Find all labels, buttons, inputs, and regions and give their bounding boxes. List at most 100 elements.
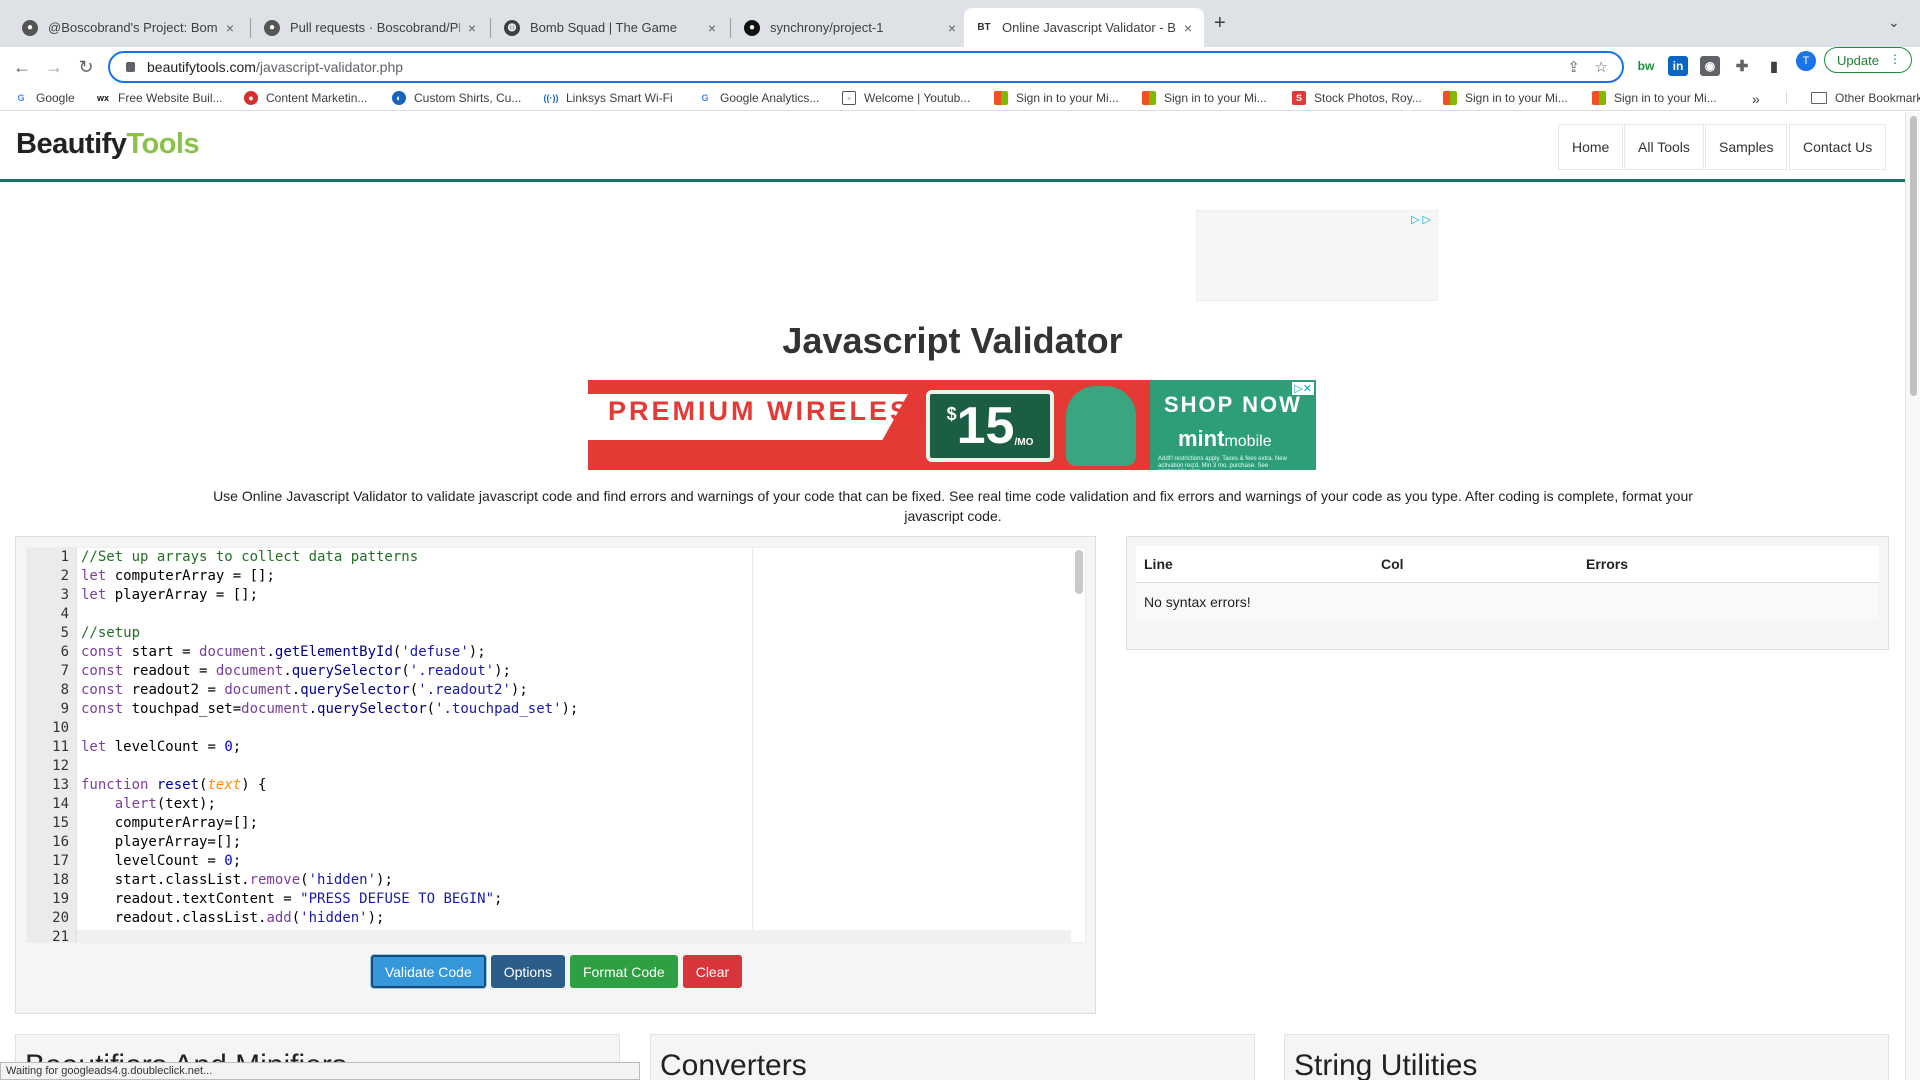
category-card[interactable]: Converters: [650, 1034, 1255, 1080]
other-bookmarks[interactable]: Other Bookmarks: [1786, 91, 1920, 105]
close-icon[interactable]: ×: [948, 20, 956, 36]
line-number: 15: [52, 815, 69, 831]
bookmark-item[interactable]: G Google: [14, 91, 75, 105]
line-number-gutter: 1 2 3 4 5 6 7 8 9 10 11 12 13 14 15 16 17 18 19 20 21: [27, 548, 77, 942]
bookmark-item[interactable]: wx Free Website Buil...: [96, 91, 223, 105]
format-code-button[interactable]: Format Code: [570, 955, 678, 988]
ad-brand-suffix: mobile: [1224, 433, 1272, 450]
bookmark-label: Sign in to your Mi...: [1614, 91, 1717, 105]
ad-fine-print: Addt'l restrictions apply. Taxes & fees …: [1158, 456, 1287, 470]
line-number: 5: [60, 625, 69, 641]
tab-search-icon[interactable]: ⌄: [1888, 14, 1900, 31]
bookmark-item[interactable]: ▫ Welcome | Youtub...: [842, 91, 970, 105]
adchoices-close-icon[interactable]: ▷✕: [1292, 382, 1314, 395]
line-number: 6: [60, 644, 69, 660]
bookmark-favicon-icon: S: [1292, 91, 1306, 105]
site-logo[interactable]: BeautifyTools: [16, 128, 200, 161]
bookmark-item[interactable]: Sign in to your Mi...: [1592, 91, 1717, 105]
line-number: 12: [52, 758, 69, 774]
editor-horizontal-scrollbar[interactable]: [77, 930, 1071, 942]
browser-tab[interactable]: ◍ Bomb Squad | The Game ×: [492, 8, 728, 47]
page-scrollbar[interactable]: [1905, 112, 1920, 1080]
browser-tab[interactable]: ● Pull requests · Boscobrand/PR ×: [252, 8, 488, 47]
bookmark-label: Sign in to your Mi...: [1465, 91, 1568, 105]
close-icon[interactable]: ×: [1184, 20, 1192, 36]
star-icon[interactable]: ☆: [1595, 58, 1608, 76]
bookmarks-overflow[interactable]: »: [1752, 91, 1760, 107]
bookmark-item[interactable]: S Stock Photos, Roy...: [1292, 91, 1422, 105]
code-editor[interactable]: 1 2 3 4 5 6 7 8 9 10 11 12 13 14 15 16 17 18 19 20 21 //Set …: [26, 547, 1086, 943]
ad-headline: PREMIUM WIRELESS: [608, 396, 933, 426]
bookmark-item[interactable]: ● Content Marketin...: [244, 91, 367, 105]
code-line: readout.textContent = "PRESS DEFUSE TO B…: [81, 891, 503, 907]
update-button[interactable]: Update ⋮: [1824, 47, 1912, 73]
code-line: alert(text);: [114, 796, 216, 812]
folder-icon: [1811, 92, 1827, 104]
ad-banner[interactable]: PREMIUM WIRELESS $15/MO SHOP NOW mintmob…: [588, 380, 1316, 470]
avatar[interactable]: T: [1796, 51, 1816, 71]
bookmark-item[interactable]: ((·)) Linksys Smart Wi-Fi: [544, 91, 673, 105]
tab-title: synchrony/project-1: [770, 20, 884, 35]
close-icon[interactable]: ×: [708, 20, 716, 36]
puzzle-icon[interactable]: ✚: [1732, 56, 1752, 76]
code-content[interactable]: //Set up arrays to collect data patterns…: [81, 548, 1081, 942]
reload-icon[interactable]: ↻: [72, 53, 100, 81]
options-button[interactable]: Options: [490, 955, 565, 988]
clear-button[interactable]: Clear: [682, 955, 743, 988]
bookmark-item[interactable]: Sign in to your Mi...: [1443, 91, 1568, 105]
browser-tab-active[interactable]: BT Online Javascript Validator - Be ×: [964, 8, 1204, 47]
side-panel-icon[interactable]: ▮: [1764, 56, 1784, 76]
editor-panel: 1 2 3 4 5 6 7 8 9 10 11 12 13 14 15 16 17 18 19 20 21 //Set …: [15, 536, 1096, 1014]
menu-icon[interactable]: ⋮: [1889, 52, 1901, 66]
ad-shop-now: SHOP NOW: [1164, 392, 1302, 417]
extension-icon[interactable]: ◉: [1700, 56, 1720, 76]
new-tab-button[interactable]: +: [1214, 12, 1226, 35]
close-icon[interactable]: ×: [226, 20, 234, 36]
results-header-row: Line Col Errors: [1136, 546, 1879, 583]
code-line: let computerArray = [];: [81, 568, 275, 584]
ad-brand: mintmobile: [1178, 426, 1272, 452]
validate-code-button[interactable]: Validate Code: [370, 955, 486, 988]
nav-home[interactable]: Home: [1558, 124, 1624, 170]
bookmark-label: Google: [36, 91, 75, 105]
bookmark-item[interactable]: Sign in to your Mi...: [994, 91, 1119, 105]
editor-scrollbar[interactable]: [1075, 550, 1083, 594]
lock-icon: [126, 62, 135, 72]
tab-title: Bomb Squad | The Game: [530, 20, 677, 35]
tool-description: Use Online Javascript Validator to valid…: [213, 488, 1693, 524]
browser-tab[interactable]: ● @Boscobrand's Project: Bomb ×: [10, 8, 246, 47]
github-icon: ●: [744, 19, 760, 36]
bookmark-item[interactable]: Sign in to your Mi...: [1142, 91, 1267, 105]
back-icon[interactable]: ←: [8, 53, 36, 81]
nav-samples[interactable]: Samples: [1705, 124, 1788, 170]
share-icon[interactable]: ⇪: [1567, 58, 1580, 76]
code-line: computerArray=[];: [81, 815, 259, 831]
line-number: 11: [52, 739, 69, 755]
adchoices-icon[interactable]: ▷ ▷: [1411, 213, 1431, 226]
logo-text: Beautify: [16, 128, 127, 160]
address-bar[interactable]: beautifytools.com/javascript-validator.p…: [108, 51, 1624, 83]
bookmarks-bar: G Google wx Free Website Buil... ● Content …: [0, 87, 1920, 111]
linkedin-extension-icon[interactable]: in: [1668, 56, 1688, 76]
extension-icon[interactable]: bw: [1636, 56, 1656, 76]
update-label: Update: [1837, 52, 1879, 68]
line-number: 13: [52, 777, 69, 793]
line-number: 8: [60, 682, 69, 698]
browser-tab[interactable]: ● synchrony/project-1 ×: [732, 8, 968, 47]
bookmark-item[interactable]: G Google Analytics...: [698, 91, 819, 105]
scrollbar-thumb[interactable]: [1910, 116, 1917, 396]
category-card[interactable]: String Utilities: [1284, 1034, 1889, 1080]
close-icon[interactable]: ×: [468, 20, 476, 36]
bookmark-item[interactable]: ◐ Custom Shirts, Cu...: [392, 91, 521, 105]
line-number: 17: [52, 853, 69, 869]
nav-contact-us[interactable]: Contact Us: [1789, 124, 1887, 170]
ad-price-unit: /MO: [1014, 437, 1034, 448]
nav-all-tools[interactable]: All Tools: [1624, 124, 1704, 170]
line-number: 14: [52, 796, 69, 812]
ad-placeholder[interactable]: ▷ ▷: [1196, 210, 1438, 301]
code-line: start.classList.remove('hidden');: [81, 872, 393, 888]
google-icon: G: [701, 93, 709, 103]
forward-icon[interactable]: →: [40, 53, 68, 81]
card-title: String Utilities: [1294, 1049, 1478, 1080]
